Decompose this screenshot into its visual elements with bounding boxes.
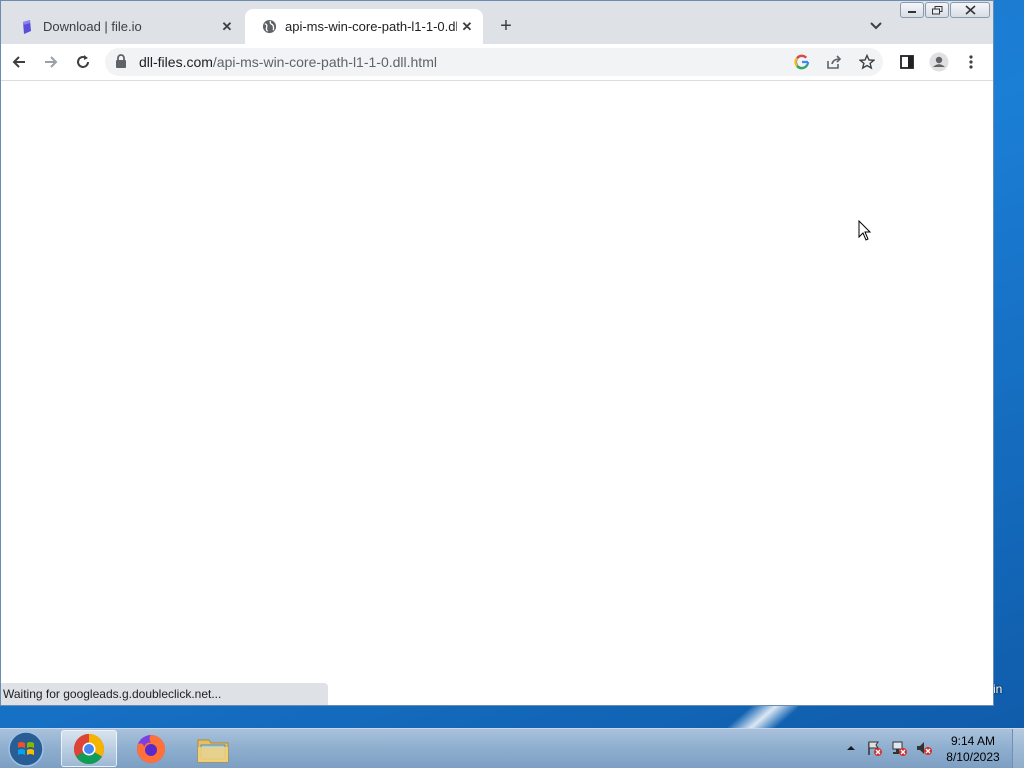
- clock-time: 9:14 AM: [950, 734, 996, 748]
- browser-toolbar: dll-files.com/api-ms-win-core-path-l1-1-…: [1, 44, 993, 81]
- desktop-icon-label-partial[interactable]: in: [993, 682, 1002, 696]
- google-icon: [794, 54, 810, 70]
- maximize-button[interactable]: [925, 2, 949, 18]
- url-domain: dll-files.com: [139, 54, 213, 70]
- taskbar-chrome[interactable]: [61, 730, 117, 767]
- browser-window: Download | file.io ✕ api-ms-win-core-pat…: [0, 0, 994, 706]
- action-center-icon[interactable]: [866, 740, 882, 756]
- close-icon: [964, 5, 976, 15]
- url-path: /api-ms-win-core-path-l1-1-0.dll.html: [212, 54, 437, 70]
- windows-start-icon: [8, 731, 44, 767]
- firefox-icon: [137, 734, 166, 763]
- url-text[interactable]: dll-files.com/api-ms-win-core-path-l1-1-…: [139, 54, 437, 70]
- avatar-icon: [929, 52, 949, 72]
- taskbar: 9:14 AM 8/10/2023: [0, 728, 1024, 768]
- chevron-up-icon: [847, 746, 855, 750]
- status-bubble: Waiting for googleads.g.doubleclick.net.…: [1, 683, 328, 705]
- taskbar-firefox[interactable]: [123, 730, 179, 767]
- kebab-menu-icon: [969, 55, 973, 69]
- side-panel-icon: [900, 55, 914, 69]
- profile-button[interactable]: [927, 50, 951, 74]
- star-icon: [859, 54, 875, 70]
- share-icon: [827, 55, 842, 69]
- new-tab-button[interactable]: +: [495, 15, 517, 37]
- start-button[interactable]: [6, 730, 46, 768]
- bookmark-button[interactable]: [855, 50, 879, 74]
- reload-button[interactable]: [71, 50, 95, 74]
- side-panel-button[interactable]: [895, 50, 919, 74]
- explorer-folder-icon: [197, 739, 229, 762]
- system-clock[interactable]: 9:14 AM 8/10/2023: [940, 733, 1006, 765]
- chrome-icon: [73, 733, 105, 764]
- share-button[interactable]: [822, 50, 846, 74]
- network-icon[interactable]: [891, 740, 907, 756]
- menu-button[interactable]: [959, 50, 983, 74]
- tab-dll-files[interactable]: api-ms-win-core-path-l1-1-0.dll ✕: [245, 9, 483, 44]
- tab-search-button[interactable]: [867, 17, 885, 35]
- tab-strip: Download | file.io ✕ api-ms-win-core-pat…: [1, 1, 993, 44]
- tab-title: api-ms-win-core-path-l1-1-0.dll: [285, 19, 457, 34]
- forward-button[interactable]: [39, 50, 63, 74]
- page-content[interactable]: [1, 81, 993, 705]
- volume-muted-icon[interactable]: [916, 740, 932, 756]
- restore-icon: [931, 5, 942, 14]
- taskbar-explorer[interactable]: [185, 730, 241, 767]
- close-icon[interactable]: ✕: [457, 17, 477, 37]
- tab-file-io[interactable]: Download | file.io ✕: [3, 9, 243, 44]
- minimize-button[interactable]: [900, 2, 924, 18]
- back-button[interactable]: [7, 50, 31, 74]
- globe-icon: [261, 19, 277, 35]
- show-desktop-button[interactable]: [1012, 729, 1024, 768]
- arrow-right-icon: [45, 56, 58, 68]
- tab-title: Download | file.io: [43, 19, 142, 34]
- reload-icon: [77, 55, 89, 68]
- mouse-cursor-icon: [858, 219, 872, 247]
- address-bar[interactable]: dll-files.com/api-ms-win-core-path-l1-1-…: [105, 48, 883, 76]
- minimize-icon: [908, 11, 916, 13]
- file-io-icon: [19, 19, 35, 35]
- google-lens-button[interactable]: [790, 50, 814, 74]
- arrow-left-icon: [12, 56, 25, 68]
- show-hidden-icons-button[interactable]: [843, 740, 859, 756]
- close-icon[interactable]: ✕: [217, 17, 237, 37]
- clock-date: 8/10/2023: [946, 750, 1000, 764]
- chevron-down-icon: [870, 22, 882, 30]
- lock-icon[interactable]: [115, 54, 127, 73]
- close-window-button[interactable]: [950, 2, 990, 18]
